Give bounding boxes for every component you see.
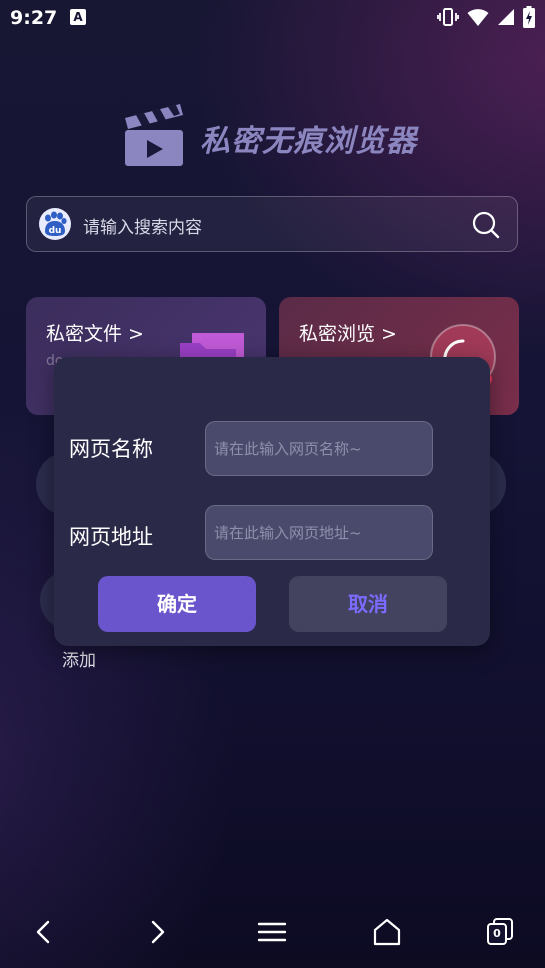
add-bookmark-dialog: 网页名称 网页地址 确定 取消 (54, 357, 490, 646)
signal-icon (498, 9, 514, 25)
svg-text:du: du (49, 226, 62, 236)
wifi-icon (467, 9, 489, 26)
cancel-button[interactable]: 取消 (289, 576, 447, 632)
app-title: 私密无痕浏览器 (200, 124, 417, 159)
tabs-count: 0 (493, 927, 501, 940)
add-shortcut-label: 添加 (62, 651, 96, 671)
page-name-label: 网页名称 (69, 437, 153, 461)
page-url-input[interactable] (205, 505, 433, 560)
menu-icon[interactable] (254, 914, 290, 950)
tabs-button[interactable]: 0 (482, 914, 518, 950)
battery-icon (523, 6, 535, 28)
back-icon[interactable] (26, 914, 62, 950)
bottom-nav: 0 (0, 900, 545, 968)
vibrate-icon (437, 8, 459, 26)
status-icons (437, 6, 535, 28)
search-input[interactable]: 请输入搜索内容 (83, 213, 202, 238)
confirm-button[interactable]: 确定 (98, 576, 256, 632)
baidu-icon[interactable]: du (39, 208, 71, 240)
search-bar[interactable]: du 请输入搜索内容 (26, 196, 518, 252)
status-bar: 9:27 A (0, 0, 545, 36)
page-url-label: 网页地址 (69, 525, 153, 549)
home-icon[interactable] (369, 914, 405, 950)
notification-icon: A (70, 9, 86, 25)
status-time: 9:27 (10, 7, 58, 29)
private-files-title: 私密文件 > (46, 323, 144, 345)
page-name-input[interactable] (205, 421, 433, 476)
search-icon[interactable] (471, 210, 501, 240)
forward-icon[interactable] (139, 914, 175, 950)
private-browse-title: 私密浏览 > (299, 323, 397, 345)
clapperboard-icon (125, 104, 183, 166)
